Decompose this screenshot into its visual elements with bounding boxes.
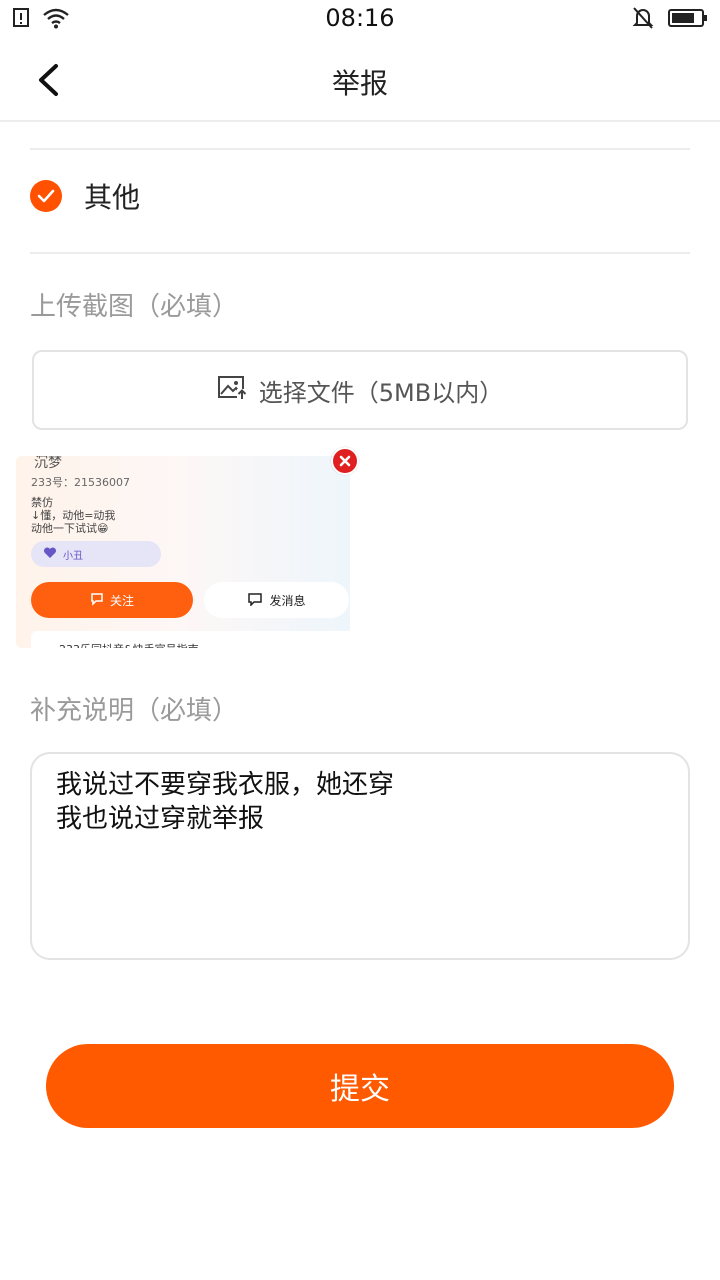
preview-name: 沉梦 bbox=[34, 456, 62, 471]
upload-label: 上传截图（必填） bbox=[30, 292, 239, 322]
remove-screenshot-button[interactable] bbox=[331, 447, 359, 475]
preview-bottom-text: 233乐园抖音&快手官号指南 bbox=[31, 631, 350, 648]
preview-follow-button: 关注 bbox=[31, 582, 193, 618]
report-option-other[interactable]: 其他 bbox=[30, 176, 140, 216]
preview-message-button: 发消息 bbox=[204, 582, 349, 618]
chat-icon bbox=[247, 592, 263, 609]
preview-line: 动他一下试试😁 bbox=[31, 522, 109, 535]
checkmark-icon bbox=[30, 180, 62, 212]
status-time: 08:16 bbox=[325, 4, 395, 32]
description-field[interactable]: 我说过不要穿我衣服，她还穿 我也说过穿就举报 bbox=[30, 752, 690, 960]
page-title: 举报 bbox=[331, 67, 388, 100]
divider bbox=[30, 148, 690, 150]
screenshot-thumbnail[interactable]: 沉梦 233号：21536007 禁仿 ↓懂，动他=动我 动他一下试试😁 小丑 … bbox=[16, 456, 350, 648]
choose-file-label: 选择文件（5MB以内） bbox=[258, 378, 504, 407]
preview-message-label: 发消息 bbox=[269, 593, 306, 608]
status-bar: 08:16 bbox=[0, 0, 720, 40]
close-icon bbox=[339, 455, 351, 467]
preview-follow-label: 关注 bbox=[109, 593, 134, 608]
submit-label: 提交 bbox=[330, 1072, 390, 1107]
preview-id: 233号：21536007 bbox=[31, 476, 130, 489]
submit-button[interactable]: 提交 bbox=[46, 1044, 674, 1128]
add-friend-icon bbox=[90, 592, 104, 609]
heart-icon bbox=[43, 546, 57, 562]
option-label: 其他 bbox=[84, 181, 141, 214]
header: 举报 bbox=[0, 40, 720, 122]
preview-badge: 小丑 bbox=[31, 541, 161, 567]
image-upload-icon bbox=[217, 374, 247, 406]
preview-badge-label: 小丑 bbox=[63, 550, 83, 562]
choose-file-button[interactable]: 选择文件（5MB以内） bbox=[32, 350, 688, 430]
description-label: 补充说明（必填） bbox=[30, 696, 239, 726]
divider bbox=[30, 252, 690, 254]
